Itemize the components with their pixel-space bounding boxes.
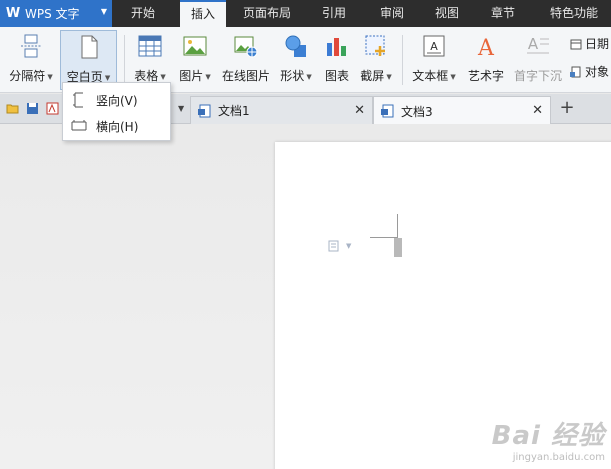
drop-cap-icon: A — [527, 35, 549, 54]
svg-text:A: A — [528, 35, 539, 53]
margin-crop-mark — [397, 214, 398, 238]
document-tab-3[interactable]: 文档3 ✕ — [373, 96, 551, 125]
tab-page-layout[interactable]: 页面布局 — [237, 0, 297, 27]
baidu-jingyan-watermark: Bai 经验 jingyan.baidu.com — [492, 415, 605, 463]
watermark-url: jingyan.baidu.com — [512, 452, 605, 463]
table-button[interactable]: 表格 ▼ — [128, 30, 172, 90]
svg-text:A: A — [477, 36, 495, 58]
ribbon-divider — [124, 35, 125, 85]
chevron-down-icon: ▼ — [160, 72, 166, 81]
shape-button[interactable]: 形状 ▼ — [275, 30, 317, 90]
shape-icon — [285, 35, 306, 57]
online-picture-button[interactable]: 在线图片 — [219, 30, 273, 90]
tab-special-features[interactable]: 特色功能 — [540, 0, 608, 27]
watermark-logo: Bai 经验 — [491, 421, 605, 451]
blank-page-dropdown: 竖向(V) 横向(H) — [62, 82, 171, 141]
date-label: 日期 — [585, 37, 610, 51]
paragraph-layout-icon[interactable] — [328, 240, 340, 252]
object-button[interactable]: 对象 — [570, 62, 609, 82]
chart-button[interactable]: 图表 — [320, 30, 354, 90]
export-pdf-icon[interactable] — [46, 102, 59, 115]
textbox-label: 文本框 — [412, 69, 449, 83]
online-picture-label: 在线图片 — [221, 69, 270, 83]
svg-text:A: A — [430, 40, 438, 53]
textbox-button[interactable]: A 文本框 ▼ — [407, 30, 461, 90]
picture-button[interactable]: 图片 ▼ — [173, 30, 217, 90]
picture-label: 图片 — [179, 69, 204, 83]
app-name: WPS 文字 — [25, 7, 80, 21]
tab-home[interactable]: 开始 — [120, 0, 166, 27]
tab-list-chevron-icon[interactable]: ▼ — [178, 104, 184, 113]
date-button[interactable]: 日期 — [570, 34, 609, 54]
object-label: 对象 — [585, 65, 610, 79]
wordart-button[interactable]: A 艺术字 — [464, 30, 508, 90]
new-tab-button[interactable]: + — [556, 97, 578, 121]
portrait-option-label: 竖向(V) — [96, 93, 138, 108]
chevron-down-icon: ▼ — [306, 72, 312, 81]
online-picture-icon — [234, 36, 258, 58]
chevron-down-icon: ▼ — [104, 73, 111, 82]
drop-cap-button[interactable]: A 首字下沉 — [510, 30, 566, 90]
calendar-icon — [570, 39, 582, 50]
document-tab-1[interactable]: 文档1 ✕ — [190, 96, 373, 124]
chart-icon — [327, 38, 346, 56]
title-bar: W WPS 文字 ▼ 开始 插入 页面布局 引用 审阅 视图 章节 特色功能 — [0, 0, 611, 27]
object-icon — [570, 66, 581, 78]
chevron-down-icon: ▼ — [386, 72, 392, 81]
blank-page-icon — [81, 35, 97, 59]
chevron-down-icon: ▼ — [100, 7, 107, 16]
tab-references[interactable]: 引用 — [312, 0, 356, 27]
text-cursor — [394, 238, 402, 257]
screenshot-icon — [365, 35, 385, 56]
shape-label: 形状 — [280, 69, 305, 83]
tab-view[interactable]: 视图 — [425, 0, 469, 27]
chevron-down-icon: ▼ — [47, 72, 53, 81]
ribbon-divider — [402, 35, 403, 85]
wps-document-icon — [198, 104, 211, 117]
wordart-label: 艺术字 — [467, 69, 504, 83]
chevron-down-icon: ▼ — [450, 72, 456, 81]
landscape-page-icon — [71, 120, 87, 131]
document-tab-1-name: 文档1 — [218, 104, 250, 118]
save-icon[interactable] — [26, 102, 39, 115]
textbox-icon: A — [423, 35, 445, 57]
tab-insert[interactable]: 插入 — [180, 0, 226, 27]
portrait-option[interactable]: 竖向(V) — [63, 88, 170, 112]
tab-review[interactable]: 审阅 — [370, 0, 414, 27]
wps-logo-icon: W — [5, 6, 21, 21]
landscape-option-label: 横向(H) — [96, 119, 139, 134]
close-icon[interactable]: ✕ — [532, 103, 543, 118]
landscape-option[interactable]: 横向(H) — [63, 114, 170, 138]
tab-sections[interactable]: 章节 — [481, 0, 525, 27]
section-break-button[interactable]: 分隔符 ▼ — [4, 30, 58, 90]
wps-document-icon — [381, 104, 394, 118]
chevron-down-icon: ▼ — [205, 72, 211, 81]
screenshot-label: 截屏 — [360, 69, 385, 83]
table-label: 表格 — [134, 69, 159, 83]
table-icon — [138, 35, 162, 57]
open-folder-icon[interactable] — [6, 102, 19, 115]
document-tab-3-name: 文档3 — [401, 104, 433, 119]
wordart-icon: A — [477, 36, 495, 58]
portrait-page-icon — [73, 92, 83, 108]
section-break-label: 分隔符 — [9, 69, 46, 83]
screenshot-button[interactable]: 截屏 ▼ — [355, 30, 397, 90]
drop-cap-label: 首字下沉 — [513, 69, 562, 83]
app-menu-button[interactable]: W WPS 文字 ▼ — [0, 0, 112, 27]
section-break-icon — [21, 34, 41, 58]
picture-icon — [183, 36, 207, 56]
blank-page-button[interactable]: 空白页 ▼ — [60, 30, 117, 90]
close-icon[interactable]: ✕ — [354, 103, 365, 118]
chevron-down-icon: ▼ — [346, 242, 352, 250]
chart-label: 图表 — [324, 69, 349, 83]
